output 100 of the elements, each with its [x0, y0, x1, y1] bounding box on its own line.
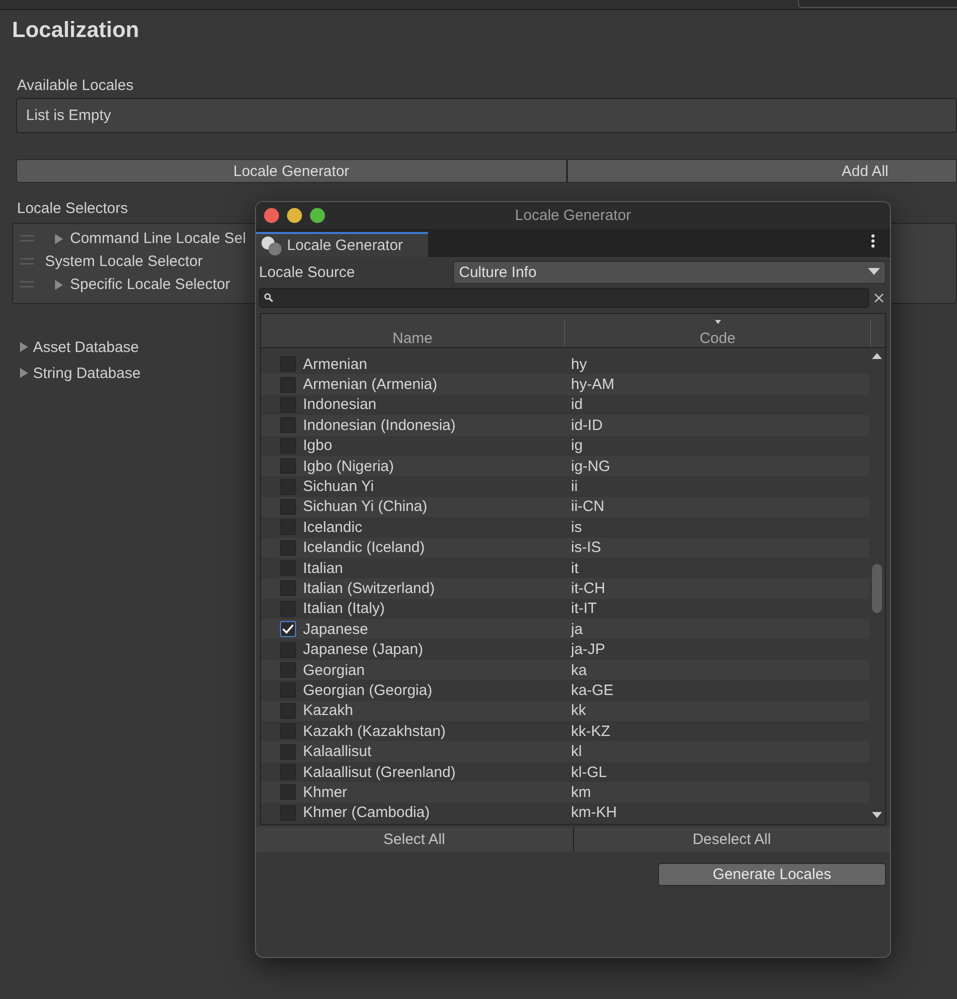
close-button[interactable]: [264, 208, 279, 223]
table-cell-text: Sichuan Yi (China): [303, 498, 428, 516]
checkbox[interactable]: [280, 417, 296, 434]
checkbox[interactable]: [280, 560, 296, 576]
tab[interactable]: Locale Generator: [256, 232, 428, 257]
table-cell: ja-JP: [571, 641, 606, 658]
table-cell-text: Italian (Italy): [303, 600, 386, 618]
table-cell-text: Georgian (Georgia): [303, 682, 434, 699]
checkbox[interactable]: [280, 600, 296, 617]
table-cell: kk: [571, 702, 586, 720]
language-icon: [261, 236, 283, 256]
table-cell: ka: [571, 662, 587, 679]
empty-list-text: List is Empty: [26, 107, 112, 124]
generate-button[interactable]: Generate Locales: [658, 863, 886, 886]
table-cell-text: Armenian: [303, 356, 368, 373]
table-cell-text: Italian (Switzerland): [303, 580, 436, 597]
table-cell: it-CH: [571, 580, 606, 597]
table-cell-text: Kalaallisut: [303, 743, 372, 760]
checkbox[interactable]: [280, 396, 296, 413]
checkmark-icon: [282, 624, 294, 634]
table-cell: id-ID: [571, 416, 603, 434]
dropdown-arrow-icon: [868, 268, 880, 276]
table-cell: hy-AM: [571, 376, 614, 394]
table-cell-text: Kalaallisut (Greenland): [303, 764, 457, 780]
table-cell: ii-CN: [571, 498, 604, 516]
checkbox[interactable]: [280, 540, 296, 556]
checkbox[interactable]: [280, 621, 296, 638]
table-cell: ka-GE: [571, 682, 614, 699]
checkbox[interactable]: [280, 662, 296, 678]
expand-arrow-icon[interactable]: [19, 368, 29, 378]
table-cell: it-IT: [571, 600, 597, 618]
table-cell: is: [571, 518, 582, 536]
checkbox[interactable]: [280, 356, 296, 372]
table-cell: kk-KZ: [571, 722, 610, 740]
checkbox[interactable]: [280, 784, 296, 800]
checkbox[interactable]: [280, 723, 296, 740]
table-cell: ja: [571, 620, 583, 638]
window-title: Locale Generator: [514, 207, 632, 224]
table-cell-text: Igbo (Nigeria): [303, 458, 395, 475]
more-menu-icon[interactable]: [871, 234, 875, 248]
table-cell-text: Icelandic: [303, 518, 364, 536]
minimize-button[interactable]: [287, 208, 302, 223]
checkbox[interactable]: [280, 580, 296, 596]
toolbar-button[interactable]: Add All: [566, 159, 957, 183]
checkbox[interactable]: [280, 744, 296, 760]
maximize-button[interactable]: [310, 208, 325, 223]
checkbox[interactable]: [280, 438, 296, 454]
toolbar-button[interactable]: Locale Generator: [16, 159, 567, 183]
scrollbar-thumb[interactable]: [872, 564, 882, 613]
table-cell-text: Khmer: [303, 784, 348, 801]
checkbox[interactable]: [280, 458, 296, 474]
table-cell-text: Sichuan Yi: [303, 478, 375, 496]
table-cell-text: Italian: [303, 560, 344, 577]
expand-arrow-icon[interactable]: [19, 342, 29, 352]
expand-arrow-icon[interactable]: [54, 234, 64, 244]
table-cell: kl-GL: [571, 764, 607, 780]
checkbox[interactable]: [280, 376, 296, 393]
search-field[interactable]: [259, 288, 869, 308]
expand-arrow-icon[interactable]: [54, 280, 64, 290]
column-header[interactable]: Code: [565, 320, 871, 347]
table-cell-text: Georgian: [303, 662, 366, 679]
table-cell-text: Icelandic (Iceland): [303, 539, 426, 556]
foldout-label[interactable]: Asset Database: [33, 338, 139, 356]
list-item[interactable]: System Locale Selector: [45, 253, 203, 270]
table-cell: hy: [571, 356, 587, 373]
table-cell-text: Japanese: [303, 620, 370, 638]
list-item[interactable]: Command Line Locale Sel: [70, 230, 246, 247]
column-header[interactable]: Name: [261, 320, 565, 347]
checkbox[interactable]: [280, 702, 296, 719]
table-cell-text: Armenian (Armenia): [303, 376, 438, 394]
table-cell: id: [571, 396, 583, 414]
table-cell-text: Kazakh (Kazakhstan): [303, 722, 447, 740]
drag-handle-icon[interactable]: [20, 258, 34, 266]
table-cell: kl: [571, 743, 582, 760]
search-icon: [264, 293, 273, 302]
table-cell-text: Igbo: [303, 437, 334, 454]
table-cell: km-KH: [571, 804, 617, 822]
source-dropdown[interactable]: Culture Info: [453, 260, 886, 284]
table-cell: ig-NG: [571, 458, 610, 475]
toolbar-button[interactable]: Select All: [256, 827, 572, 852]
scroll-down-icon[interactable]: [872, 812, 882, 818]
table-cell: km: [571, 784, 591, 801]
table-cell-text: Indonesian (Indonesia): [303, 416, 457, 434]
table-cell: it: [571, 560, 578, 577]
checkbox[interactable]: [280, 498, 296, 515]
inspector-title: Localization: [12, 17, 140, 44]
drag-handle-icon[interactable]: [20, 234, 34, 242]
table-cell-text: Kazakh: [303, 702, 354, 720]
drag-handle-icon[interactable]: [20, 280, 34, 288]
checkbox[interactable]: [280, 804, 296, 821]
clear-search-icon[interactable]: [874, 292, 884, 302]
table-cell: ii: [571, 478, 578, 496]
tab-label[interactable]: Locale Generator: [287, 237, 403, 254]
foldout-label[interactable]: String Database: [33, 364, 141, 382]
field-label: Locale Source: [259, 264, 356, 280]
toolbar-button[interactable]: Deselect All: [572, 827, 890, 852]
list-item[interactable]: Specific Locale Selector: [70, 276, 230, 293]
table-cell: is-IS: [571, 539, 601, 556]
table-cell-text: Khmer (Cambodia): [303, 804, 431, 822]
scroll-up-icon[interactable]: [872, 353, 882, 359]
